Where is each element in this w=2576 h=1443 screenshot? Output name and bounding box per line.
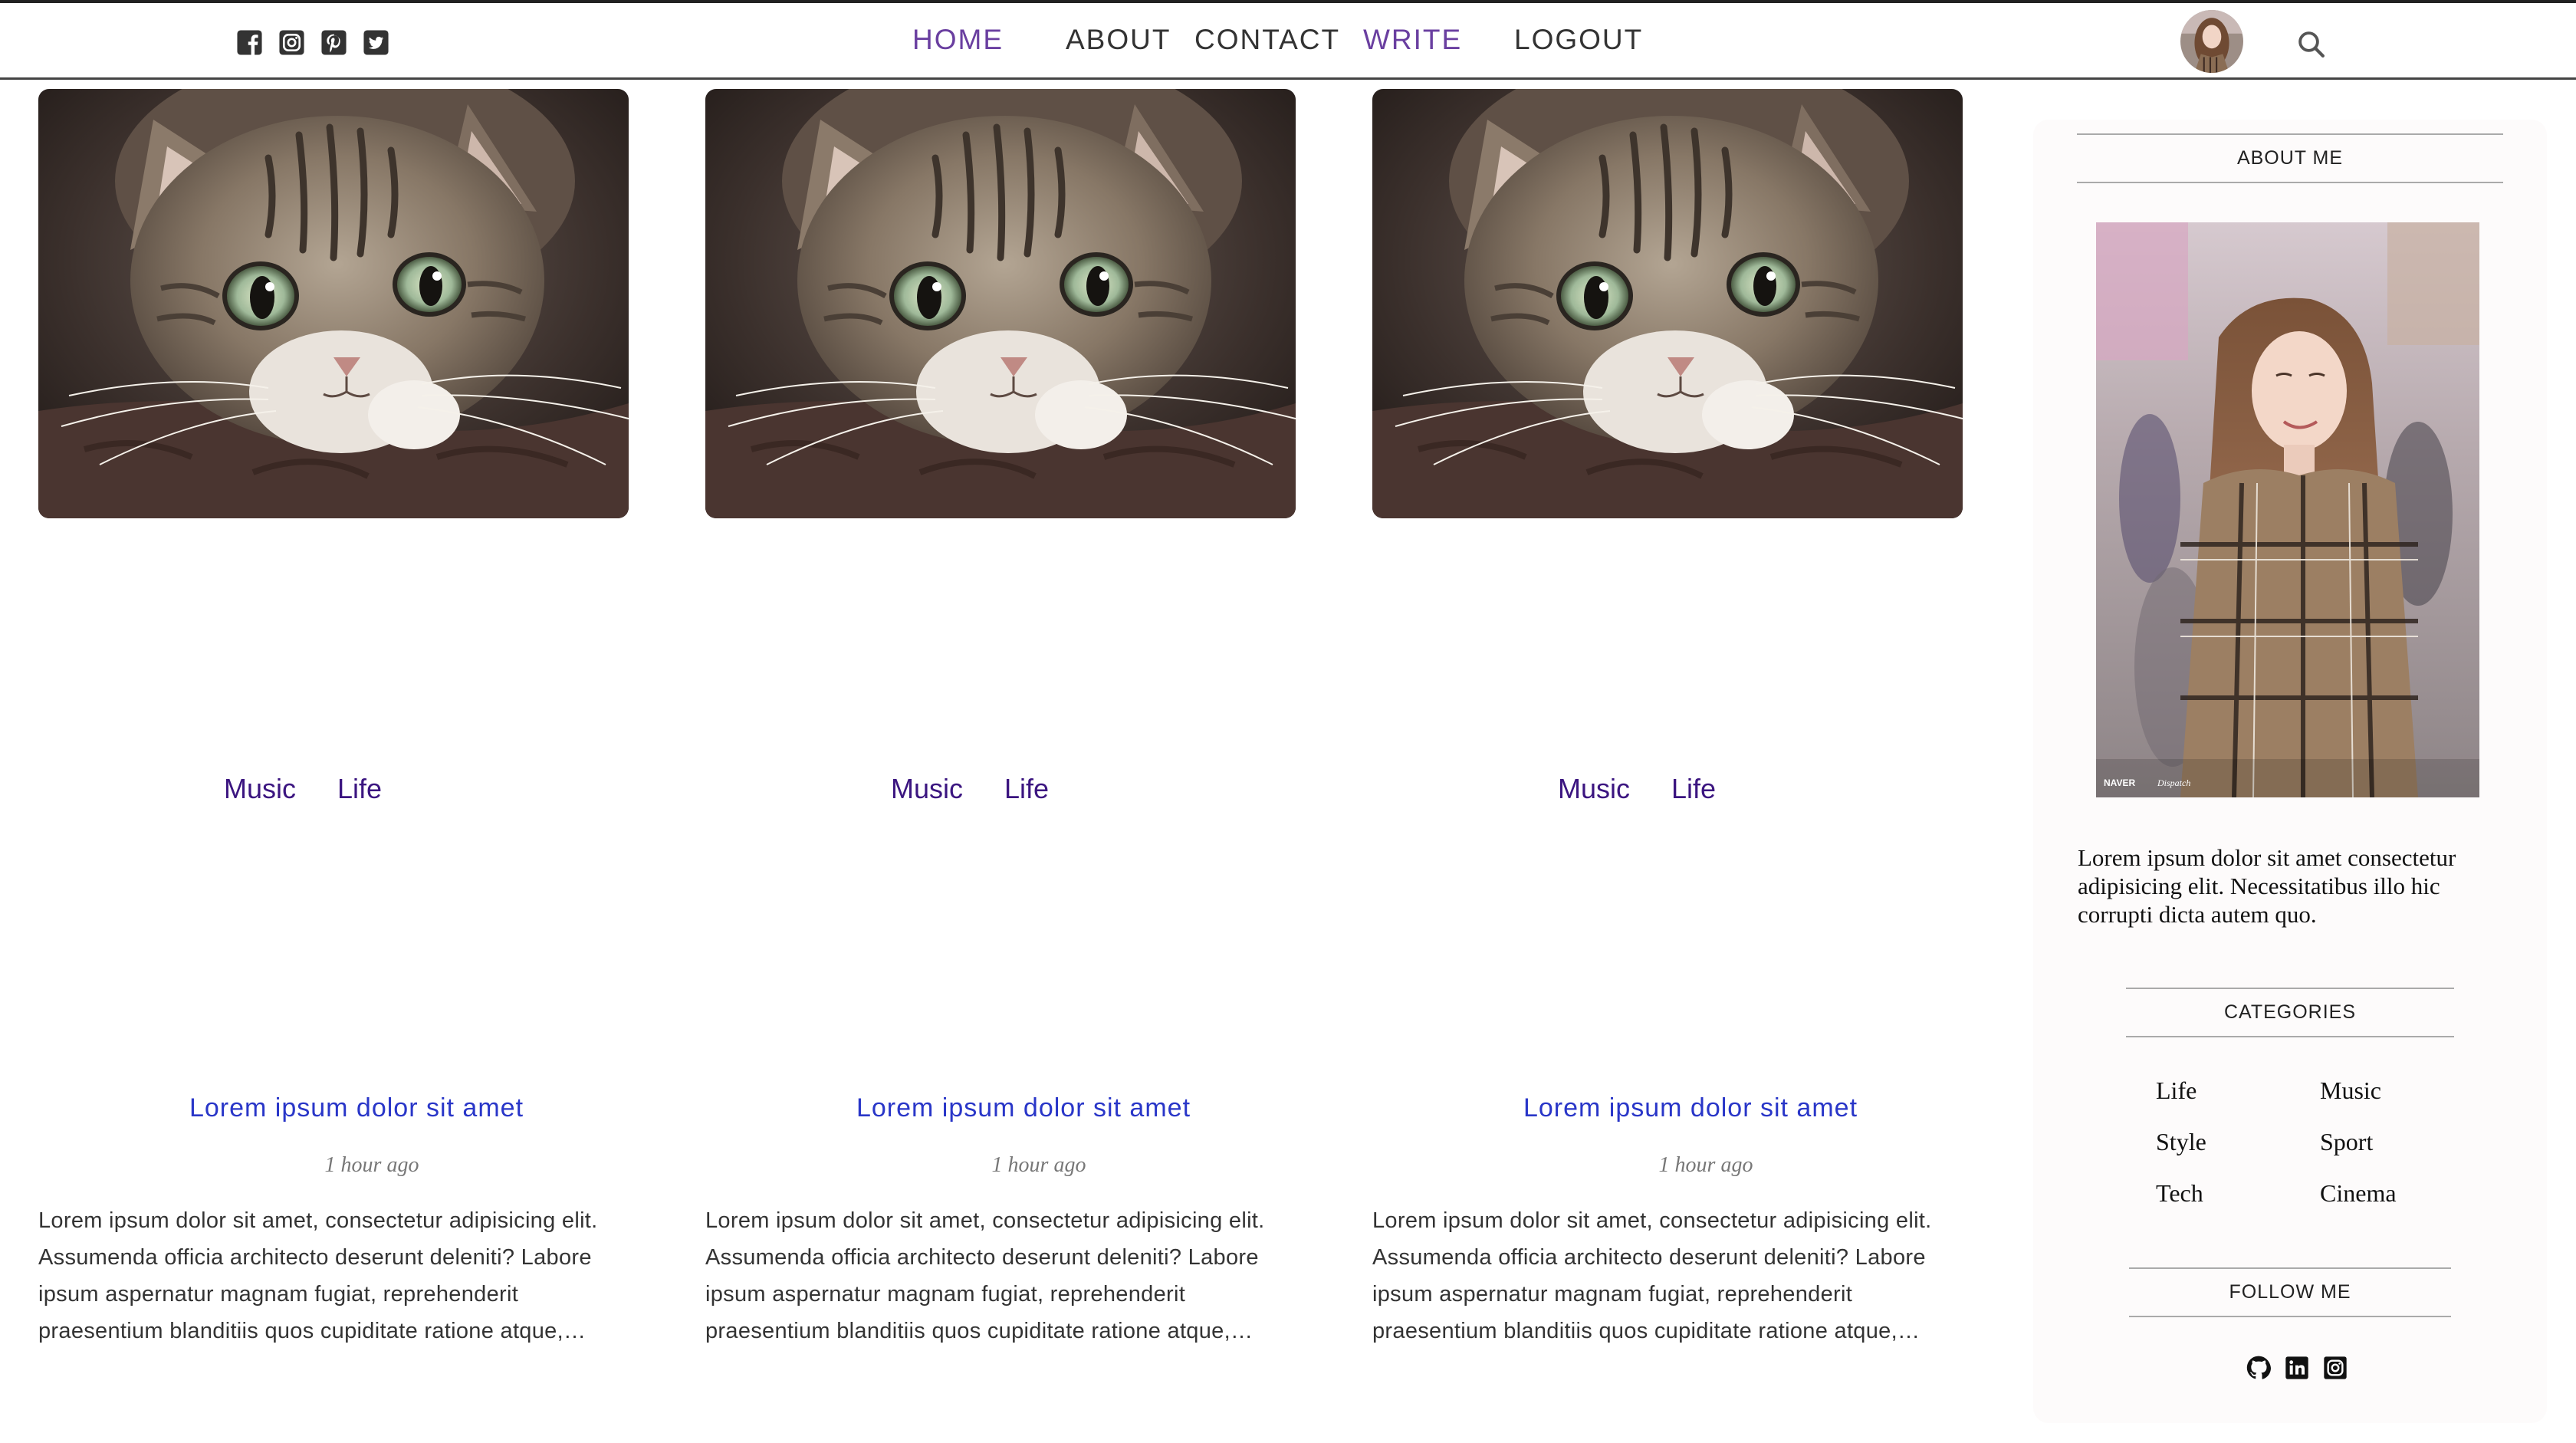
- photo-watermark-left: NAVER: [2104, 777, 2135, 788]
- search-icon[interactable]: [2295, 28, 2328, 61]
- post-card: Music Life Lorem ipsum dolor sit amet 1 …: [1372, 89, 1963, 1392]
- post-category[interactable]: Music: [1558, 773, 1630, 805]
- follow-icons: [2246, 1356, 2348, 1380]
- post-category[interactable]: Life: [1004, 773, 1049, 805]
- post-image[interactable]: [38, 89, 629, 518]
- nav-write[interactable]: WRITE: [1363, 24, 1462, 56]
- linkedin-icon[interactable]: [2285, 1356, 2309, 1380]
- top-bar: HOME ABOUT CONTACT WRITE LOGOUT: [0, 0, 2576, 80]
- post-date: 1 hour ago: [324, 1153, 419, 1177]
- post-category[interactable]: Music: [891, 773, 963, 805]
- post-categories: Music Life: [224, 773, 382, 805]
- categories-list: Life Music Style Sport Tech Cinema: [2156, 1076, 2463, 1208]
- post-category[interactable]: Music: [224, 773, 296, 805]
- post-description: Lorem ipsum dolor sit amet, consectetur …: [705, 1208, 1265, 1343]
- category-life[interactable]: Life: [2156, 1076, 2320, 1105]
- post-image[interactable]: [1372, 89, 1963, 518]
- nav-contact[interactable]: CONTACT: [1194, 24, 1340, 56]
- nav-logout[interactable]: LOGOUT: [1514, 24, 1643, 56]
- about-heading: ABOUT ME: [2077, 133, 2503, 183]
- follow-heading: FOLLOW ME: [2129, 1267, 2451, 1317]
- follow-heading-wrap: FOLLOW ME: [2033, 1267, 2547, 1317]
- post-card: Music Life Lorem ipsum dolor sit amet 1 …: [705, 89, 1296, 1392]
- instagram-icon[interactable]: [2323, 1356, 2348, 1380]
- post-description: Lorem ipsum dolor sit amet, consectetur …: [38, 1208, 598, 1343]
- nav-about[interactable]: ABOUT: [1066, 24, 1171, 56]
- categories-heading: CATEGORIES: [2126, 988, 2454, 1037]
- github-icon[interactable]: [2246, 1356, 2271, 1380]
- post-category[interactable]: Life: [1671, 773, 1716, 805]
- sidebar: ABOUT ME NAVER Dispatch Lorem ipsum dolo…: [2033, 120, 2547, 1423]
- about-photo: NAVER Dispatch: [2096, 222, 2479, 797]
- post-date: 1 hour ago: [991, 1153, 1086, 1177]
- post-description: Lorem ipsum dolor sit amet, consectetur …: [1372, 1208, 1932, 1343]
- categories-heading-wrap: CATEGORIES: [2033, 988, 2547, 1037]
- post-title[interactable]: Lorem ipsum dolor sit amet: [161, 1093, 552, 1123]
- category-style[interactable]: Style: [2156, 1128, 2320, 1156]
- user-avatar[interactable]: [2180, 10, 2243, 73]
- post-image[interactable]: [705, 89, 1296, 518]
- post-categories: Music Life: [1558, 773, 1716, 805]
- post-category[interactable]: Life: [337, 773, 382, 805]
- category-tech[interactable]: Tech: [2156, 1179, 2320, 1208]
- category-sport[interactable]: Sport: [2320, 1128, 2463, 1156]
- category-cinema[interactable]: Cinema: [2320, 1179, 2463, 1208]
- about-heading-wrap: ABOUT ME: [2033, 133, 2547, 183]
- post-title[interactable]: Lorem ipsum dolor sit amet: [828, 1093, 1219, 1123]
- about-text: Lorem ipsum dolor sit amet consectetur a…: [2078, 844, 2456, 928]
- post-title[interactable]: Lorem ipsum dolor sit amet: [1495, 1093, 1886, 1123]
- photo-watermark-right: Dispatch: [2157, 777, 2190, 788]
- nav-home[interactable]: HOME: [912, 24, 1004, 56]
- category-music[interactable]: Music: [2320, 1076, 2463, 1105]
- post-categories: Music Life: [891, 773, 1049, 805]
- post-card: Music Life Lorem ipsum dolor sit amet 1 …: [38, 89, 629, 1392]
- post-date: 1 hour ago: [1658, 1153, 1753, 1177]
